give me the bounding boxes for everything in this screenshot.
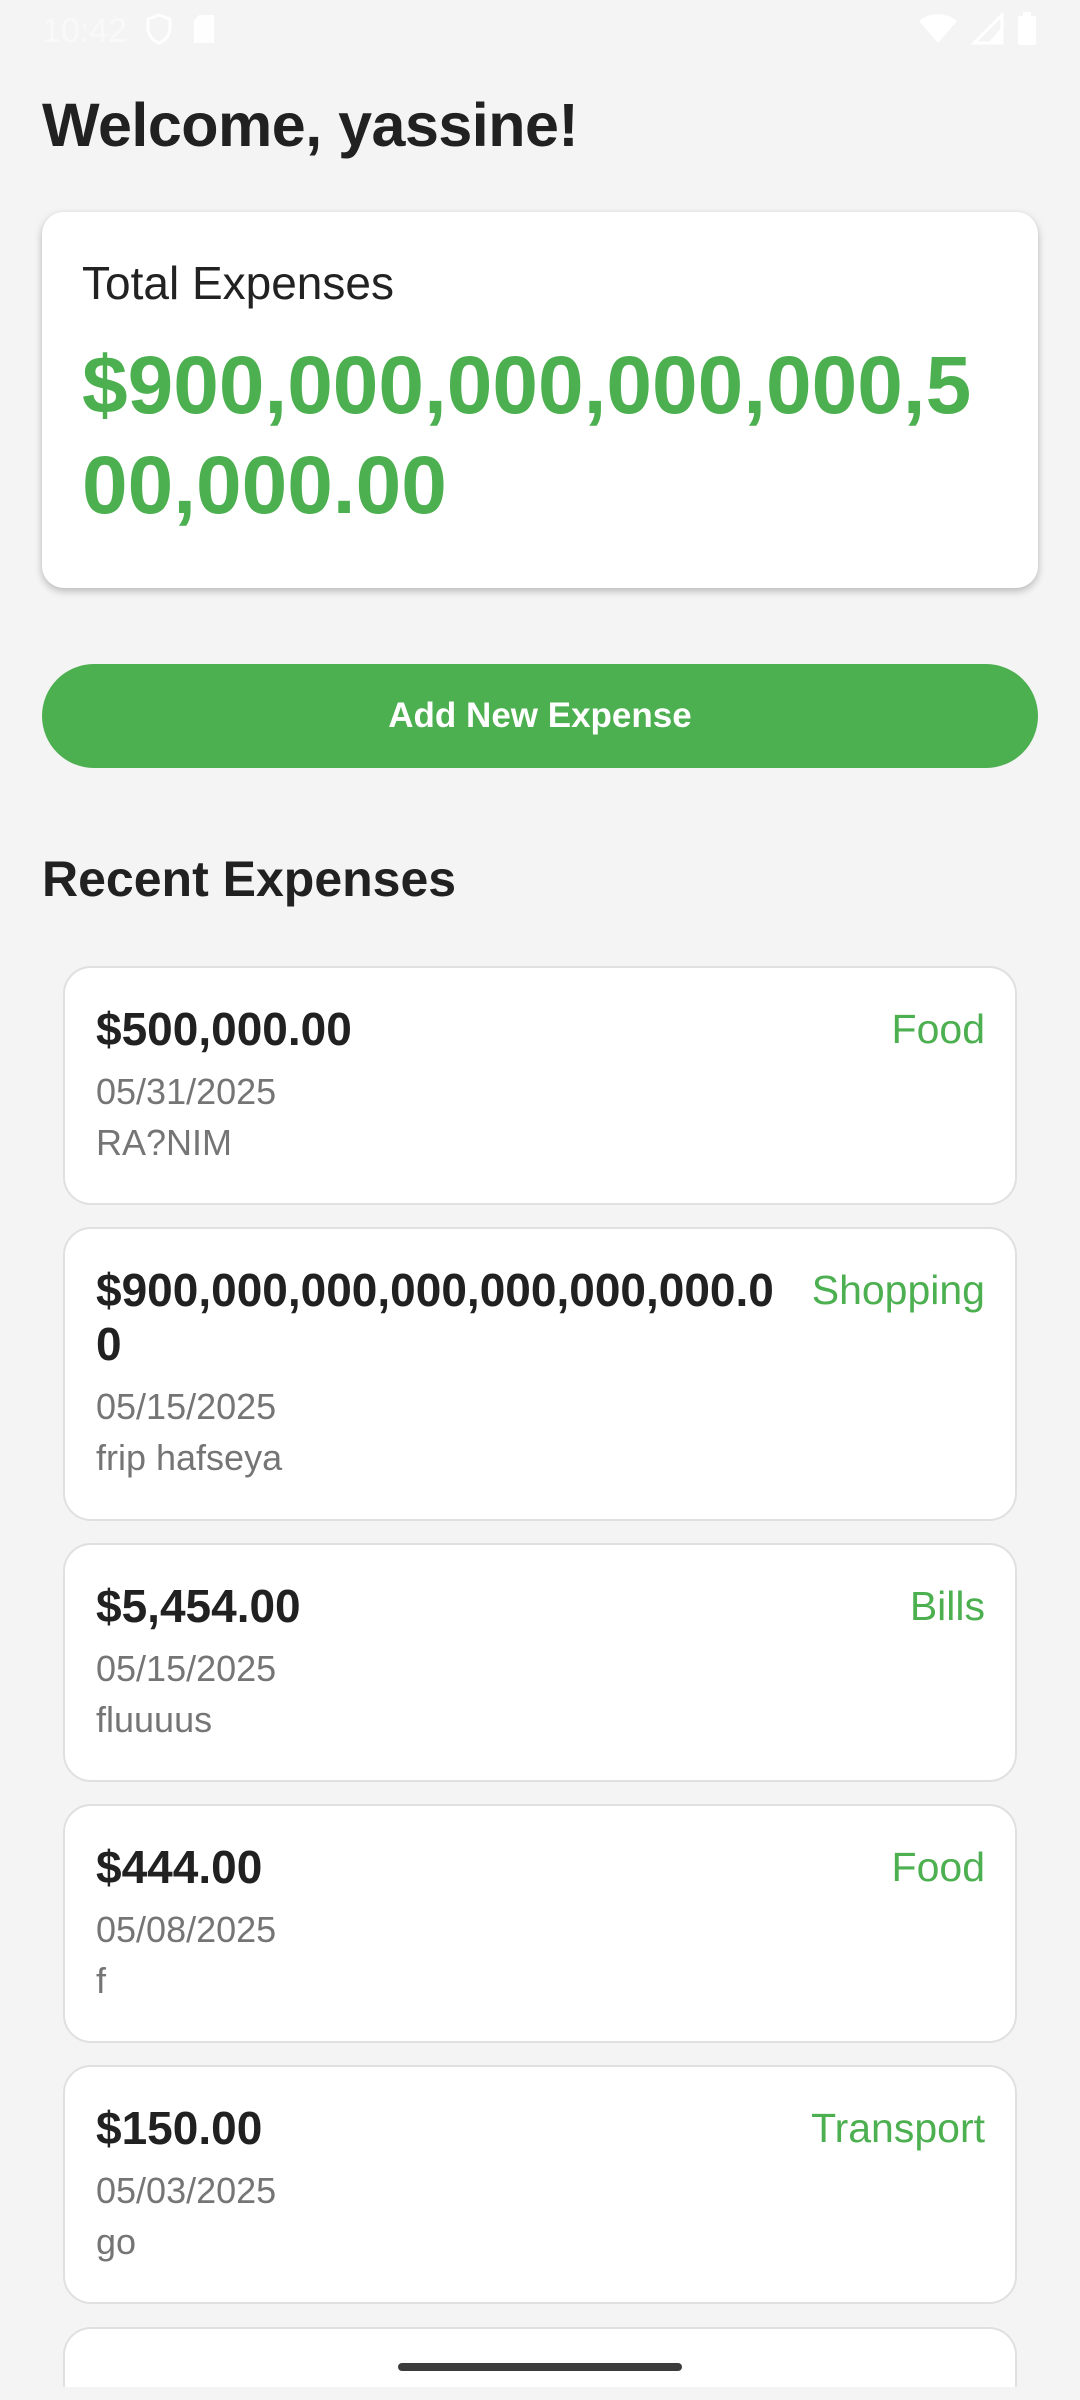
- expense-header-row: $900,000,000,000,000,000,000.00 Shopping: [96, 1263, 985, 1371]
- add-new-expense-button[interactable]: Add New Expense: [42, 664, 1038, 768]
- expense-category: Shopping: [811, 1267, 985, 1313]
- expense-header-row: $5,454.00 Bills: [96, 1579, 985, 1633]
- shield-icon: [145, 12, 173, 50]
- expense-description: go: [96, 2221, 137, 2262]
- expense-amount: $444.00: [96, 1841, 263, 1893]
- expense-date: 05/03/2025: [96, 2170, 277, 2211]
- status-bar: 10:42: [0, 0, 1080, 62]
- expense-card[interactable]: $900,000,000,000,000,000,000.00 Shopping…: [63, 1227, 1017, 1521]
- expense-category: Transport: [811, 2105, 985, 2151]
- total-expenses-value: $900,000,000,000,000,500,000.00: [82, 340, 972, 531]
- signal-icon: [970, 10, 1004, 50]
- expense-category: Food: [891, 1006, 985, 1052]
- expense-card[interactable]: $500,000.00 Food 05/31/2025 RA?NIM: [63, 966, 1017, 1205]
- expense-date: 05/31/2025: [96, 1071, 277, 1112]
- expense-header-row: $150.00 Transport: [96, 2101, 985, 2155]
- status-left: 10:42: [42, 12, 217, 51]
- wifi-icon: [918, 13, 958, 50]
- expense-amount: $900,000,000,000,000,000,000.00: [96, 1264, 774, 1370]
- expense-date: 05/15/2025: [96, 1386, 277, 1427]
- expense-category: Food: [891, 1844, 985, 1890]
- total-expenses-label: Total Expenses: [82, 257, 394, 309]
- expense-date: 05/08/2025: [96, 1909, 277, 1950]
- expense-date: 05/15/2025: [96, 1648, 277, 1689]
- expense-category: Bills: [909, 1583, 985, 1629]
- expense-description: RA?NIM: [96, 1122, 233, 1163]
- total-expenses-card: Total Expenses $900,000,000,000,000,500,…: [42, 212, 1038, 588]
- expense-description: f: [96, 1960, 107, 2001]
- battery-icon: [1016, 11, 1038, 51]
- welcome-title: Welcome, yassine!: [42, 91, 579, 159]
- expense-card[interactable]: $5,454.00 Bills 05/15/2025 fluuuus: [63, 1543, 1017, 1782]
- expense-card[interactable]: $150.00 Transport 05/03/2025 go: [63, 2065, 1017, 2304]
- expense-card-partial[interactable]: [63, 2327, 1017, 2387]
- status-time: 10:42: [42, 11, 128, 50]
- sd-card-icon: [191, 13, 217, 50]
- expense-description: fluuuus: [96, 1699, 213, 1740]
- expense-amount: $5,454.00: [96, 1580, 301, 1632]
- expense-amount: $500,000.00: [96, 1003, 352, 1055]
- expense-header-row: $500,000.00 Food: [96, 1002, 985, 1056]
- status-right: [918, 10, 1038, 51]
- home-indicator[interactable]: [398, 2363, 682, 2371]
- expense-amount: $150.00: [96, 2102, 263, 2154]
- expense-card[interactable]: $444.00 Food 05/08/2025 f: [63, 1804, 1017, 2043]
- recent-expenses-title: Recent Expenses: [42, 851, 457, 907]
- expense-header-row: $444.00 Food: [96, 1840, 985, 1894]
- expense-description: frip hafseya: [96, 1437, 283, 1478]
